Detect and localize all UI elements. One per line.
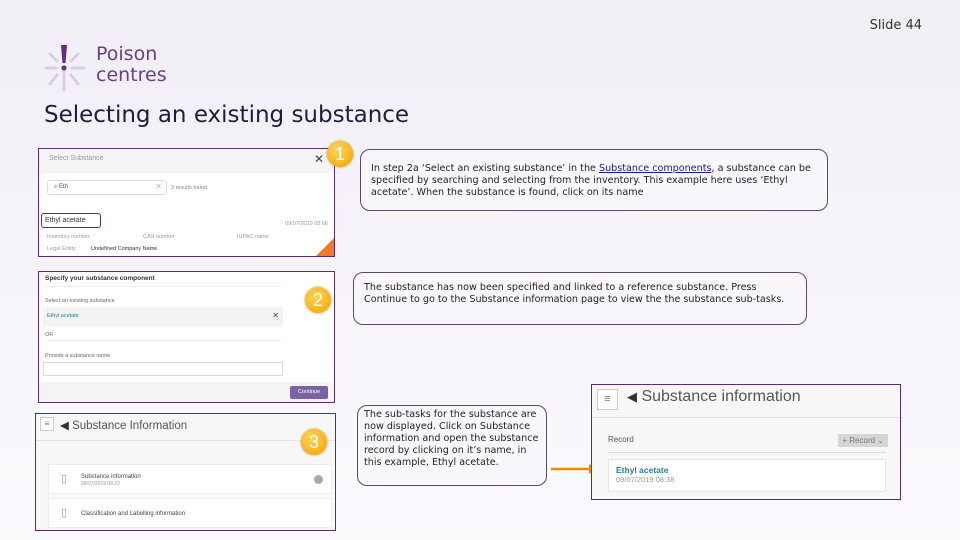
search-input[interactable]: ⌕ Eth ✕	[47, 180, 167, 195]
poison-centres-logo: Poison centres	[38, 42, 178, 94]
or-label: OR	[45, 332, 54, 338]
results-count: 3 results found	[171, 185, 208, 191]
menu-icon[interactable]: ≡	[40, 417, 54, 431]
logo-text-line2: centres	[96, 64, 167, 86]
clear-icon[interactable]: ✕	[155, 182, 162, 191]
callout-step-1: In step 2a ‘Select an existing substance…	[360, 149, 828, 211]
info-icon	[314, 475, 323, 484]
clipboard-icon: ▯	[61, 507, 68, 519]
step-badge-3: 3	[301, 429, 327, 455]
remove-icon[interactable]: ✕	[272, 311, 279, 320]
selected-substance-value: Ethyl acetate	[47, 313, 79, 319]
substance-name-label: Provide a substance name	[45, 353, 111, 359]
warning-corner-icon	[316, 238, 334, 256]
select-substance-dialog: Select Substance ✕ ⌕ Eth ✕ 3 results fou…	[38, 148, 335, 257]
clipboard-icon: ▯	[61, 473, 68, 485]
legal-entity-value: Undefined Company Name	[91, 246, 158, 252]
form-title: Specify your substance component	[45, 275, 155, 282]
subtask-label: Substance information	[81, 474, 141, 480]
record-date: 09/07/2019 08:38	[616, 475, 675, 484]
column-iupac-name: IUPAC name	[237, 234, 269, 240]
callout-step-2: The substance has now been specified and…	[353, 272, 807, 325]
substance-components-link[interactable]: Substance components	[599, 163, 711, 174]
back-icon[interactable]: ◀	[60, 420, 69, 432]
substance-information-record-page: ≡ ◀ Substance information Record + Recor…	[591, 384, 901, 500]
page-title: Selecting an existing substance	[44, 102, 410, 128]
page-heading: Substance information	[641, 388, 801, 405]
record-section-label: Record	[608, 435, 634, 444]
back-icon[interactable]: ◀	[627, 389, 637, 404]
record-item[interactable]: Ethyl acetate 09/07/2019 08:38	[608, 459, 886, 492]
add-record-button[interactable]: + Record ⌄	[838, 434, 888, 447]
legal-entity-label: Legal Entity	[47, 246, 76, 252]
step-badge-1: 1	[327, 141, 353, 167]
page-heading: Substance Information	[72, 420, 188, 432]
search-value: Eth	[59, 184, 69, 190]
specify-substance-component-form: Specify your substance component Select …	[38, 271, 335, 403]
add-record-label: Record	[849, 436, 876, 445]
step-badge-2: 2	[305, 287, 331, 313]
subtask-label: Classification and Labelling information	[81, 511, 186, 517]
result-date: 09/07/2019 08:06	[285, 221, 328, 227]
substance-information-page: ≡ ◀ Substance Information ▯ Substance in…	[35, 413, 336, 531]
column-cas-number: CAS number	[143, 234, 175, 240]
subtask-date: 09/07/2019 08:22	[81, 481, 120, 487]
slide-number: Slide 44	[869, 18, 922, 33]
substance-name-input[interactable]	[43, 362, 283, 376]
subtask-item[interactable]: ▯ Substance information 09/07/2019 08:22	[48, 464, 332, 494]
logo-burst-icon	[44, 45, 86, 92]
menu-icon[interactable]: ≡	[597, 389, 618, 410]
logo-text-line1: Poison	[96, 43, 158, 65]
callout-step-3: The sub-tasks for the substance are now …	[357, 405, 547, 486]
record-name-link[interactable]: Ethyl acetate	[616, 465, 878, 475]
column-inventory-number: Inventory number	[47, 234, 90, 240]
select-existing-label: Select an existing substance	[45, 298, 115, 304]
selected-substance-field[interactable]: Ethyl acetate ✕	[43, 307, 283, 327]
subtask-item[interactable]: ▯ Classification and Labelling informati…	[48, 498, 332, 528]
result-name-link[interactable]: Ethyl acetate	[41, 213, 101, 228]
close-icon[interactable]: ✕	[314, 152, 324, 166]
dialog-title: Select Substance	[49, 155, 104, 162]
callout-1-text: In step 2a ‘Select an existing substance…	[371, 163, 599, 174]
continue-button[interactable]: Continue	[290, 386, 328, 399]
